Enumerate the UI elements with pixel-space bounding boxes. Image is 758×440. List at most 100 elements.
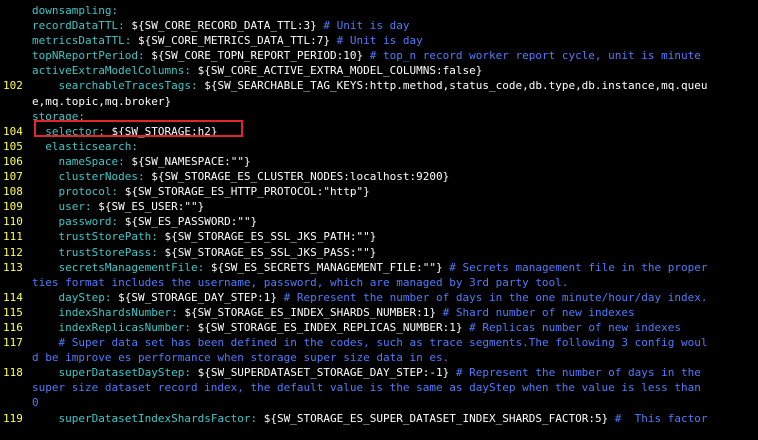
line-number: 112 <box>3 245 23 259</box>
yaml-comment: # top_n record worker report cycle, unit… <box>363 49 701 63</box>
yaml-key: dayStep: <box>58 290 112 304</box>
yaml-key: indexReplicasNumber: <box>58 320 191 334</box>
yaml-value: ${SW_SEARCHABLE_TAG_KEYS:http.method,sta… <box>197 79 708 93</box>
yaml-key: metricsDataTTL: <box>32 34 132 48</box>
yaml-key: indexShardsNumber: <box>58 305 178 319</box>
yaml-comment: ties format includes the username, passw… <box>32 275 569 289</box>
yaml-key: trustStorePath: <box>58 230 158 244</box>
yaml-comment: d be improve es performance when storage… <box>32 351 450 365</box>
code-line[interactable]: 102 searchableTracesTags: ${SW_SEARCHABL… <box>0 78 758 93</box>
code-line[interactable]: e,mq.topic,mq.broker} <box>0 94 758 109</box>
code-line[interactable]: 119 superDatasetIndexShardsFactor: ${SW_… <box>0 411 758 426</box>
code-line[interactable]: 115 indexShardsNumber: ${SW_STORAGE_ES_I… <box>0 305 758 320</box>
code-line[interactable]: 111 trustStorePath: ${SW_STORAGE_ES_SSL_… <box>0 229 758 244</box>
yaml-key: trustStorePass: <box>58 245 158 259</box>
yaml-key: topNReportPeriod: <box>32 49 145 63</box>
yaml-key: clusterNodes: <box>58 170 145 184</box>
yaml-key: secretsManagementFile: <box>58 260 205 274</box>
yaml-value: ${SW_CORE_TOPN_REPORT_PERIOD:10} <box>144 49 364 63</box>
line-number: 107 <box>3 170 23 184</box>
code-line[interactable]: d be improve es performance when storage… <box>0 350 758 365</box>
line-number: 110 <box>3 215 23 229</box>
yaml-value: ${SW_STORAGE_ES_SSL_JKS_PATH:""} <box>157 230 377 244</box>
line-number: 115 <box>3 305 23 319</box>
yaml-key: searchableTracesTags: <box>58 79 198 93</box>
line-number: 109 <box>3 200 23 214</box>
yaml-value: e,mq.topic,mq.broker} <box>32 94 172 108</box>
yaml-key: nameSpace: <box>58 154 125 168</box>
yaml-value: ${SW_STORAGE_DAY_STEP:1} <box>111 290 278 304</box>
code-line[interactable]: 106 nameSpace: ${SW_NAMESPACE:""} <box>0 154 758 169</box>
yaml-value: ${SW_SUPERDATASET_STORAGE_DAY_STEP:-1} <box>190 366 450 380</box>
yaml-comment: 0 <box>32 396 39 410</box>
yaml-key: activeExtraModelColumns: <box>32 64 191 78</box>
code-line[interactable]: 105 elasticsearch: <box>0 139 758 154</box>
yaml-comment: # Represent the number of days in the <box>449 366 701 380</box>
code-line[interactable]: 107 clusterNodes: ${SW_STORAGE_ES_CLUSTE… <box>0 169 758 184</box>
yaml-comment: # Unit is day <box>316 19 410 33</box>
code-line[interactable]: ties format includes the username, passw… <box>0 275 758 290</box>
yaml-key: user: <box>58 200 92 214</box>
yaml-key: superDatasetIndexShardsFactor: <box>58 411 258 425</box>
yaml-key: password: <box>58 215 119 229</box>
code-line[interactable]: 112 trustStorePass: ${SW_STORAGE_ES_SSL_… <box>0 245 758 260</box>
code-line[interactable]: topNReportPeriod: ${SW_CORE_TOPN_REPORT_… <box>0 48 758 63</box>
yaml-comment: # Shard number of new indexes <box>436 305 635 319</box>
code-line[interactable]: super size dataset record index, the def… <box>0 380 758 395</box>
yaml-comment: # Represent the number of days in the on… <box>277 290 708 304</box>
code-line[interactable]: 0 <box>0 395 758 410</box>
code-line[interactable]: 117 # Super data set has been defined in… <box>0 335 758 350</box>
yaml-comment: # Replicas number of new indexes <box>462 320 682 334</box>
code-line[interactable]: 113 secretsManagementFile: ${SW_ES_SECRE… <box>0 260 758 275</box>
line-number: 117 <box>3 336 23 350</box>
code-line[interactable]: recordDataTTL: ${SW_CORE_RECORD_DATA_TTL… <box>0 18 758 33</box>
code-line[interactable]: 108 protocol: ${SW_STORAGE_ES_HTTP_PROTO… <box>0 184 758 199</box>
yaml-comment: super size dataset record index, the def… <box>32 381 701 395</box>
code-line[interactable]: 109 user: ${SW_ES_USER:""} <box>0 199 758 214</box>
yaml-value: ${SW_ES_PASSWORD:""} <box>118 215 258 229</box>
code-line[interactable]: 118 superDatasetDayStep: ${SW_SUPERDATAS… <box>0 365 758 380</box>
line-number: 116 <box>3 320 23 334</box>
line-number: 114 <box>3 290 23 304</box>
line-number: 106 <box>3 154 23 168</box>
line-number: 108 <box>3 185 23 199</box>
terminal-window[interactable]: downsampling: recordDataTTL: ${SW_CORE_RE… <box>0 0 758 440</box>
line-number: 104 <box>3 124 23 138</box>
line-number: 105 <box>3 139 23 153</box>
code-line[interactable]: 110 password: ${SW_ES_PASSWORD:""} <box>0 214 758 229</box>
code-line[interactable]: 116 indexReplicasNumber: ${SW_STORAGE_ES… <box>0 320 758 335</box>
yaml-value: ${SW_CORE_METRICS_DATA_TTL:7} <box>131 34 331 48</box>
yaml-value: ${SW_STORAGE_ES_SSL_JKS_PASS:""} <box>157 245 377 259</box>
yaml-value: ${SW_STORAGE_ES_INDEX_SHARDS_NUMBER:1} <box>177 305 436 319</box>
yaml-value: ${SW_CORE_ACTIVE_EXTRA_MODEL_COLUMNS:fal… <box>190 64 483 78</box>
code-line[interactable]: downsampling: <box>0 3 758 18</box>
yaml-key: recordDataTTL: <box>32 19 125 33</box>
yaml-value: ${SW_STORAGE_ES_INDEX_REPLICAS_NUMBER:1} <box>190 320 463 334</box>
yaml-value: ${SW_ES_USER:""} <box>91 200 205 214</box>
highlight-box-selector <box>34 120 243 137</box>
code-line[interactable]: 114 dayStep: ${SW_STORAGE_DAY_STEP:1} # … <box>0 290 758 305</box>
yaml-comment: # Unit is day <box>330 34 423 48</box>
line-number: 113 <box>3 260 23 274</box>
yaml-value: ${SW_NAMESPACE:""} <box>124 154 251 168</box>
yaml-key: downsampling: <box>32 4 119 17</box>
code-line[interactable]: metricsDataTTL: ${SW_CORE_METRICS_DATA_T… <box>0 33 758 48</box>
code-line[interactable]: activeExtraModelColumns: ${SW_CORE_ACTIV… <box>0 63 758 78</box>
line-number: 111 <box>3 230 23 244</box>
yaml-comment: # Super data set has been defined in the… <box>58 336 708 350</box>
